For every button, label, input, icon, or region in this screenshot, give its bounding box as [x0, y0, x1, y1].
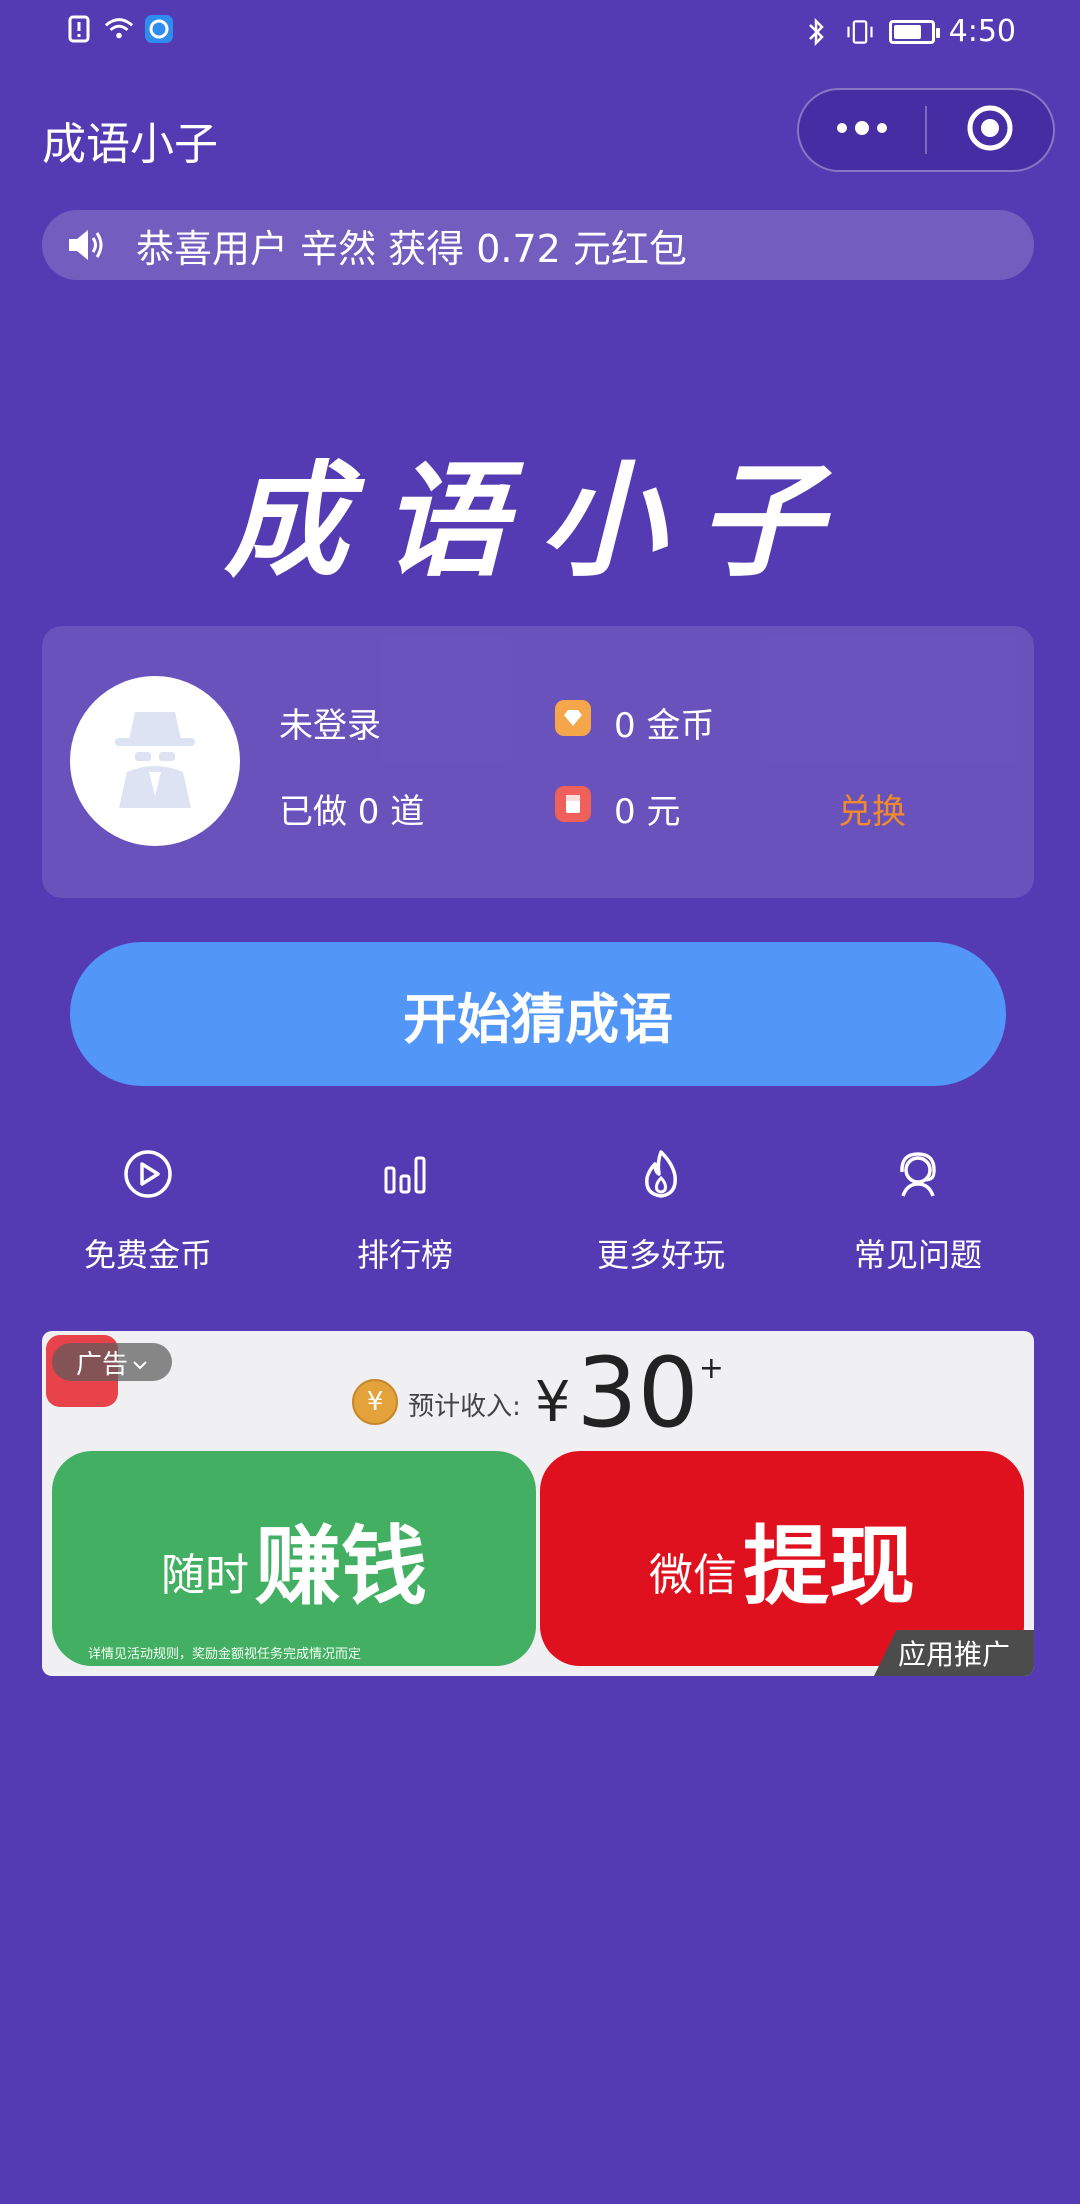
money-balance: 0 元	[614, 792, 681, 832]
nav-title: 成语小子	[42, 119, 218, 170]
more-dots-icon	[834, 120, 890, 140]
done-count: 已做 0 道	[279, 792, 425, 832]
game-logo: 成语小子	[223, 450, 856, 594]
feature-label: 免费金币	[83, 1236, 212, 1274]
ad-earn-small: 随时	[161, 1549, 249, 1601]
flame-icon	[631, 1144, 691, 1204]
bluetooth-icon	[801, 17, 831, 47]
miniprogram-capsule	[797, 88, 1055, 172]
ad-tag[interactable]: 广告	[52, 1343, 172, 1381]
more-button[interactable]	[799, 90, 925, 170]
login-status[interactable]: 未登录	[279, 698, 381, 747]
status-bar: 4:50	[0, 0, 1080, 64]
ad-withdraw-small: 微信	[649, 1549, 737, 1601]
app-notification-icon	[144, 14, 174, 44]
play-circle-icon	[118, 1144, 178, 1204]
speaker-icon	[66, 223, 110, 267]
vibrate-icon	[845, 17, 875, 47]
notice-text: 恭喜用户 辛然 获得 0.72 元红包	[136, 226, 687, 271]
coin-balance: 0 金币	[614, 706, 715, 746]
income-amount: 30	[576, 1337, 699, 1449]
bar-chart-icon	[375, 1144, 435, 1204]
feature-free-coins[interactable]: 免费金币	[48, 1144, 248, 1276]
coin-icon	[555, 700, 591, 736]
incognito-user-icon	[105, 704, 205, 818]
feature-label: 常见问题	[853, 1236, 982, 1274]
headset-support-icon	[888, 1144, 948, 1204]
notice-marquee: 恭喜用户 辛然 获得 0.72 元红包	[42, 210, 1034, 280]
feature-faq[interactable]: 常见问题	[818, 1144, 1018, 1276]
red-packet-icon	[555, 786, 591, 822]
currency-symbol: ¥	[534, 1370, 571, 1435]
ad-banner[interactable]: 广告 ¥ 预计收入: ¥ 30 + 随时 赚钱 微信 提现 详情见活动规则，奖励…	[42, 1331, 1034, 1676]
income-label: 预计收入:	[408, 1392, 521, 1422]
avatar[interactable]	[70, 676, 240, 846]
feature-label: 排行榜	[356, 1236, 453, 1274]
ad-tag-label: 广告	[75, 1349, 128, 1380]
income-plus: +	[698, 1351, 724, 1386]
feature-label: 更多好玩	[596, 1236, 725, 1274]
exchange-button[interactable]: 兑换	[838, 784, 906, 833]
close-button[interactable]	[927, 90, 1053, 170]
ad-income: ¥ 预计收入: ¥ 30 +	[42, 1345, 1034, 1441]
ad-earn-big: 赚钱	[255, 1517, 427, 1617]
status-left-icons	[64, 14, 174, 44]
start-game-button[interactable]: 开始猜成语	[70, 942, 1006, 1086]
status-right-icons: 4:50	[801, 14, 1016, 49]
battery-icon	[888, 19, 940, 44]
feature-more-fun[interactable]: 更多好玩	[561, 1144, 761, 1276]
ad-footnote: 详情见活动规则，奖励金额视任务完成情况而定	[88, 1647, 362, 1662]
chevron-down-icon	[132, 1347, 148, 1377]
ad-promo-label: 应用推广	[874, 1630, 1034, 1676]
ad-withdraw-big: 提现	[743, 1517, 915, 1617]
yen-coin-icon: ¥	[352, 1379, 399, 1425]
wifi-icon	[104, 14, 134, 44]
status-time: 4:50	[948, 14, 1016, 49]
target-circle-icon	[966, 104, 1014, 156]
alert-icon	[64, 14, 94, 44]
ad-earn-panel[interactable]: 随时 赚钱	[52, 1451, 536, 1666]
feature-leaderboard[interactable]: 排行榜	[305, 1144, 505, 1276]
